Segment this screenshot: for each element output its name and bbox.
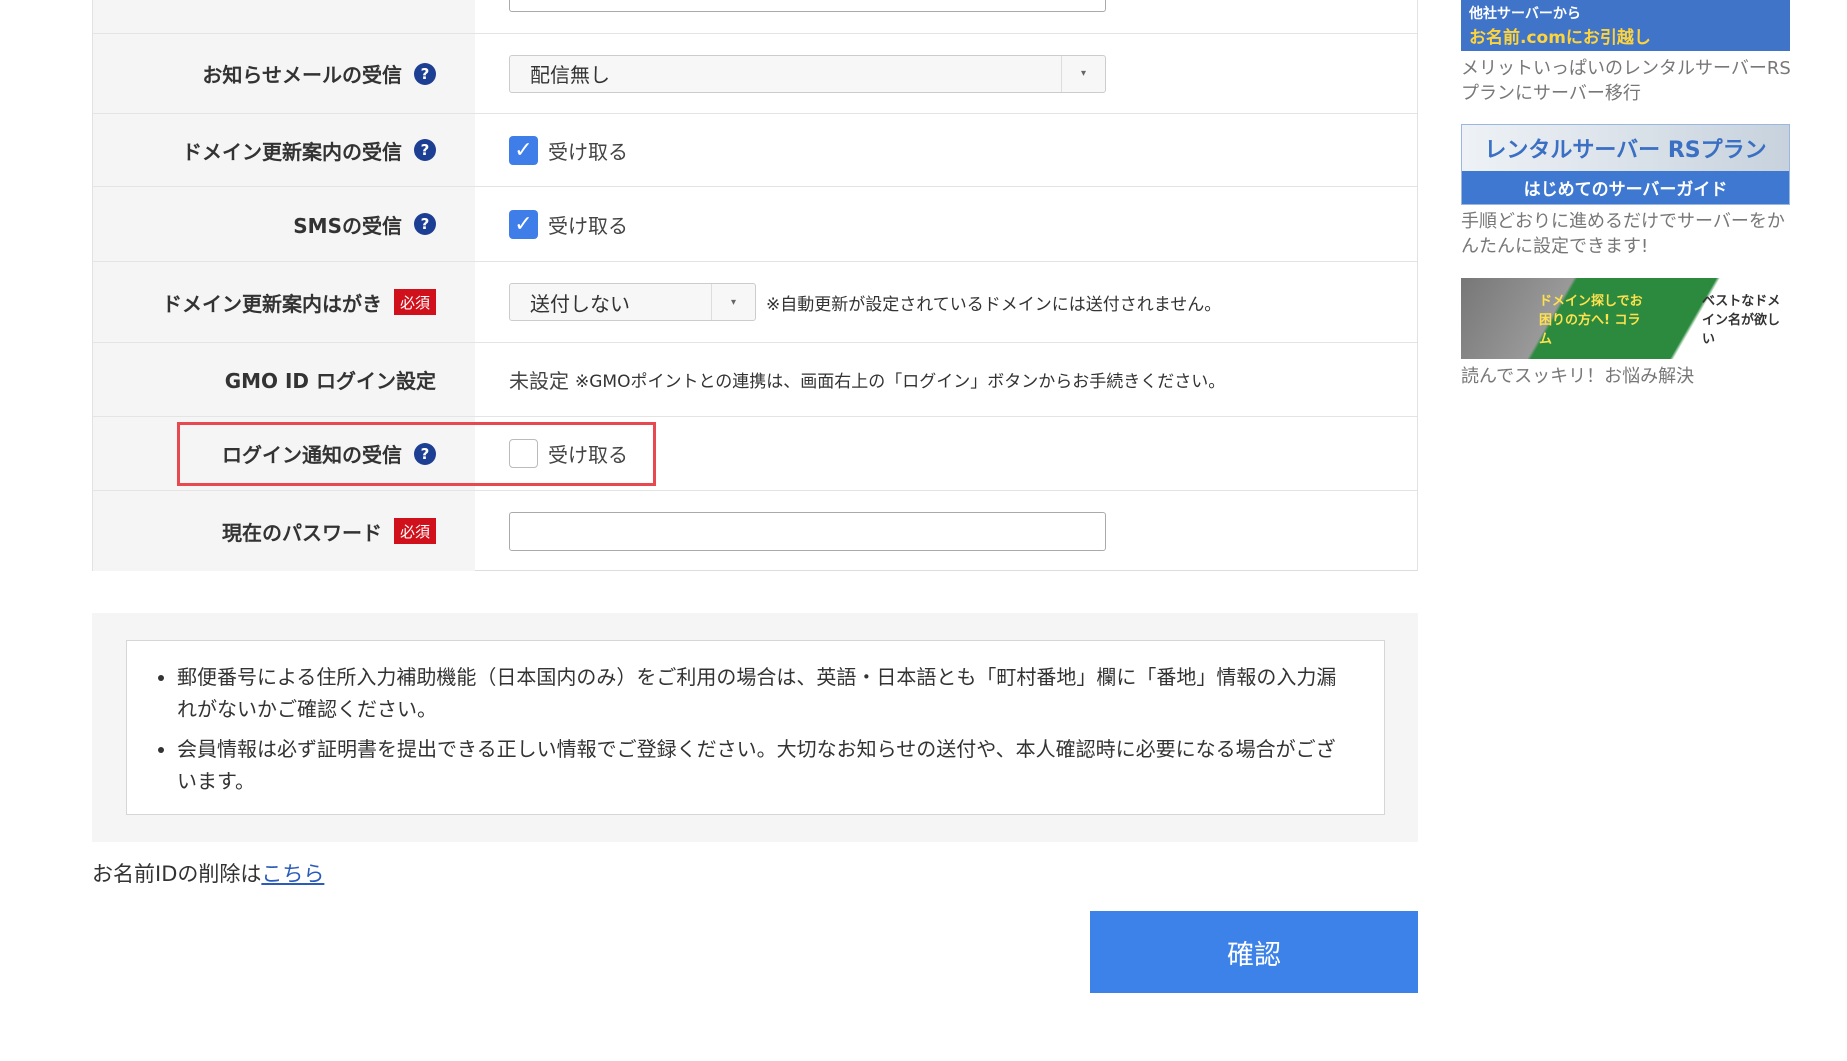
- chevron-down-icon: ▾: [1061, 55, 1105, 92]
- banner-domain-column[interactable]: ドメイン探しでお困りの方へ! コラム ベストなドメイン名が欲しい: [1461, 278, 1790, 359]
- banner-text: 他社サーバーから: [1469, 6, 1581, 22]
- form-row-notification-mail: お知らせメールの受信? 配信無し ▾: [93, 34, 1417, 114]
- checkbox-label[interactable]: 受け取る: [548, 136, 628, 165]
- banner-caption[interactable]: 手順どおりに進めるだけでサーバーをかんたんに設定できます!: [1461, 209, 1796, 259]
- postcard-select[interactable]: 送付しない ▾: [509, 283, 756, 321]
- current-password-input[interactable]: [509, 511, 1106, 551]
- select-value: 送付しない: [530, 291, 630, 316]
- form-row-partial: [93, 0, 1417, 34]
- required-badge: 必須: [393, 518, 436, 544]
- banner-rs-plan-guide[interactable]: レンタルサーバー RSプラン はじめてのサーバーガイド: [1461, 124, 1790, 205]
- help-icon[interactable]: ?: [414, 213, 436, 235]
- select-value: 配信無し: [530, 63, 610, 87]
- domain-renewal-checkbox[interactable]: ✓: [509, 135, 538, 165]
- label: SMSの受信: [293, 213, 402, 238]
- postcard-note: ※自動更新が設定されているドメインには送付されません。: [766, 294, 1222, 315]
- form-row-sms: SMSの受信? ✓ 受け取る: [93, 187, 1417, 262]
- form-row-postcard: ドメイン更新案内はがき 必須 送付しない ▾ ※自動更新が設定されているドメインには送…: [93, 262, 1417, 343]
- gmo-id-note: ※GMOポイントとの連携は、画面右上の「ログイン」ボタンからお手続きください。: [575, 372, 1226, 392]
- label: 現在のパスワード: [221, 520, 382, 545]
- chevron-down-icon: ▾: [711, 284, 755, 320]
- banner-server-migration[interactable]: 他社サーバーから お名前.comにお引越し: [1461, 0, 1790, 51]
- banner-text: はじめてのサーバーガイド: [1462, 171, 1789, 204]
- delete-prefix: お名前IDの削除は: [92, 862, 262, 886]
- gmo-id-status: 未設定: [509, 369, 569, 393]
- label: お知らせメールの受信: [202, 63, 402, 87]
- notes-list: 郵便番号による住所入力補助機能（日本国内のみ）をご利用の場合は、英語・日本語とも…: [126, 640, 1385, 815]
- form-row-domain-renewal-notice: ドメイン更新案内の受信? ✓ 受け取る: [93, 114, 1417, 187]
- notes-section: 郵便番号による住所入力補助機能（日本国内のみ）をご利用の場合は、英語・日本語とも…: [92, 613, 1418, 842]
- note-item: 郵便番号による住所入力補助機能（日本国内のみ）をご利用の場合は、英語・日本語とも…: [177, 661, 1354, 725]
- label: ドメイン更新案内はがき: [161, 291, 382, 316]
- highlight-box: [177, 422, 656, 486]
- delete-account-link[interactable]: こちら: [261, 862, 324, 886]
- required-badge: 必須: [393, 289, 436, 315]
- banner-text: ベストなドメイン名が欲しい: [1702, 294, 1781, 347]
- label: ドメイン更新案内の受信: [182, 139, 402, 164]
- banner-text: レンタルサーバー RSプラン: [1462, 125, 1789, 171]
- form-row-gmo-id: GMO ID ログイン設定 未設定 ※GMOポイントとの連携は、画面右上の「ログイ…: [93, 343, 1417, 417]
- banner-caption[interactable]: 読んでスッキリ！お悩み解決: [1461, 364, 1796, 389]
- confirm-button[interactable]: 確認: [1090, 911, 1418, 993]
- help-icon[interactable]: ?: [414, 62, 436, 85]
- delete-account-text: お名前IDの削除はこちら: [92, 858, 324, 888]
- help-icon[interactable]: ?: [414, 139, 436, 161]
- form-row-password: 現在のパスワード 必須: [93, 491, 1417, 571]
- note-item: 会員情報は必ず証明書を提出できる正しい情報でご登録ください。大切なお知らせの送付…: [177, 733, 1354, 797]
- notification-mail-select[interactable]: 配信無し ▾: [509, 54, 1106, 93]
- checkbox-label[interactable]: 受け取る: [548, 210, 628, 239]
- banner-caption[interactable]: メリットいっぱいのレンタルサーバーRSプランにサーバー移行: [1461, 56, 1796, 106]
- label: GMO ID ログイン設定: [224, 369, 436, 393]
- sms-checkbox[interactable]: ✓: [509, 209, 538, 239]
- banner-text: お名前.comにお引越し: [1469, 28, 1651, 48]
- banner-text: ドメイン探しでお困りの方へ! コラム: [1539, 294, 1643, 347]
- partial-input[interactable]: [509, 0, 1106, 12]
